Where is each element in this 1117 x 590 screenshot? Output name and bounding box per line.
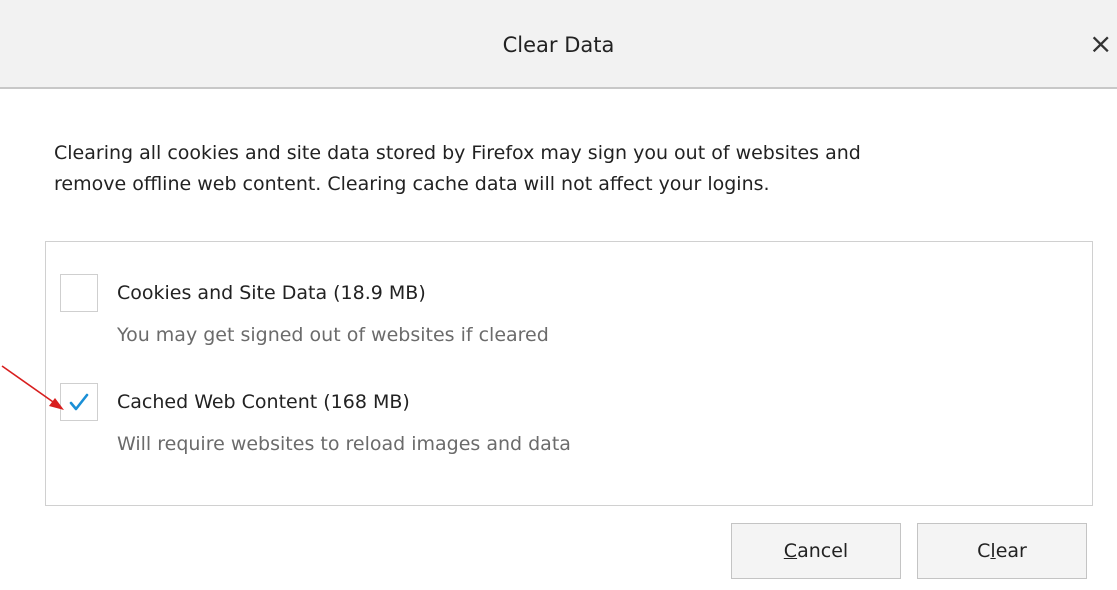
- clear-button[interactable]: Clear: [917, 523, 1087, 579]
- cookies-label[interactable]: Cookies and Site Data (18.9 MB): [117, 280, 426, 306]
- cancel-label-suffix: ancel: [797, 540, 849, 562]
- cache-label[interactable]: Cached Web Content (168 MB): [117, 389, 410, 415]
- cancel-button[interactable]: Cancel: [731, 523, 901, 579]
- dialog-description: Clearing all cookies and site data store…: [54, 142, 861, 195]
- cache-description: Will require websites to reload images a…: [117, 433, 571, 455]
- close-icon[interactable]: ×: [1089, 26, 1117, 62]
- cookies-checkbox[interactable]: [60, 274, 98, 312]
- options-group: Cookies and Site Data (18.9 MB) You may …: [45, 241, 1093, 506]
- dialog-titlebar: Clear Data ×: [0, 0, 1117, 89]
- cache-checkbox[interactable]: [60, 383, 98, 421]
- checkmark-icon: [69, 393, 89, 411]
- clear-label-suffix: ear: [995, 540, 1027, 562]
- page: Clear Data × Clearing all cookies and si…: [0, 0, 1117, 590]
- cookies-description: You may get signed out of websites if cl…: [117, 324, 549, 346]
- dialog-title: Clear Data: [502, 33, 615, 57]
- clear-data-dialog: Clear Data × Clearing all cookies and si…: [0, 0, 1117, 590]
- cancel-accesskey: C: [783, 540, 798, 562]
- clear-label-prefix: C: [977, 540, 991, 562]
